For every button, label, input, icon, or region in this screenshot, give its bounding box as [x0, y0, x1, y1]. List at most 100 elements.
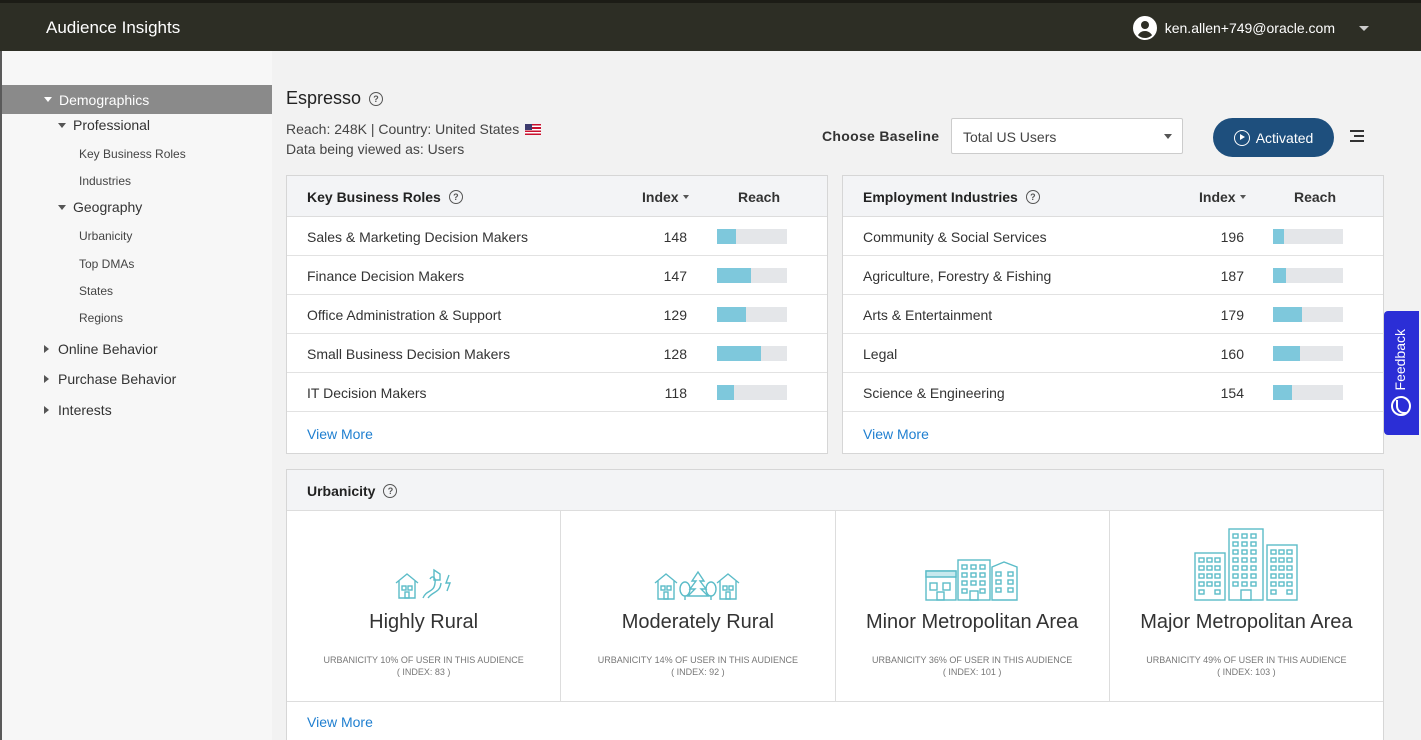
reach-column-header: Reach [1294, 189, 1337, 205]
sidebar-item-purchase-behavior[interactable]: Purchase Behavior [44, 371, 176, 387]
view-more-link[interactable]: View More [307, 426, 373, 442]
urbanicity-desc: URBANICITY 10% OF USER IN THIS AUDIENCE … [287, 654, 560, 678]
reach-bar-fill [717, 385, 734, 400]
row-index: 179 [1220, 307, 1244, 323]
urbanicity-percent: URBANICITY 36% OF USER IN THIS AUDIENCE [872, 655, 1073, 665]
feedback-tab[interactable]: Feedback [1384, 311, 1419, 435]
card-title-text: Key Business Roles [307, 189, 441, 205]
row-index: 160 [1220, 346, 1244, 362]
reach-column-header: Reach [738, 189, 781, 205]
row-index: 154 [1220, 385, 1244, 401]
caret-down-icon [58, 122, 66, 128]
table-row: Community & Social Services 196 [843, 217, 1383, 256]
row-index: 187 [1220, 268, 1244, 284]
village-trees-icon [561, 569, 834, 601]
reach-bar-fill [717, 229, 736, 244]
reach-bar-fill [717, 268, 752, 283]
sidebar-item-demographics[interactable]: Demographics [2, 85, 272, 114]
rural-houses-icon [287, 567, 560, 601]
help-icon[interactable]: ? [1025, 190, 1040, 204]
row-index: 129 [663, 307, 687, 323]
urbanicity-cell: Highly Rural URBANICITY 10% OF USER IN T… [287, 511, 562, 701]
view-more-link[interactable]: View More [863, 426, 929, 442]
row-label: Arts & Entertainment [863, 307, 993, 323]
urbanicity-name: Major Metropolitan Area [1140, 611, 1353, 633]
row-label: Office Administration & Support [307, 307, 502, 323]
audience-name: Espresso [286, 88, 362, 108]
reach-bar [717, 229, 787, 244]
help-icon[interactable]: ? [448, 190, 463, 204]
urbanicity-cells: Highly Rural URBANICITY 10% OF USER IN T… [287, 511, 1383, 702]
card-title: Urbanicity ? [307, 483, 398, 499]
help-icon[interactable]: ? [383, 484, 398, 498]
reach-bar [1273, 229, 1343, 244]
sidebar-item-label: Professional [73, 117, 151, 133]
table-row: Office Administration & Support 129 [287, 295, 827, 334]
sidebar-item-regions[interactable]: Regions [79, 311, 123, 325]
urbanicity-name: Highly Rural [369, 611, 479, 633]
table-row: Finance Decision Makers 147 [287, 256, 827, 295]
urbanicity-index: ( INDEX: 103 ) [1217, 667, 1276, 677]
viewed-as-text: Data being viewed as: Users [286, 141, 465, 157]
list-menu-icon[interactable] [1350, 130, 1364, 144]
reach-bar [1273, 346, 1343, 361]
urbanicity-percent: URBANICITY 49% OF USER IN THIS AUDIENCE [1146, 655, 1347, 665]
sidebar-item-urbanicity[interactable]: Urbanicity [79, 229, 132, 243]
index-column-header[interactable]: Index [1199, 189, 1246, 205]
card-title: Key Business Roles ? [307, 189, 463, 205]
reach-bar [717, 307, 787, 322]
row-index: 147 [663, 268, 687, 284]
row-label: Agriculture, Forestry & Fishing [863, 268, 1052, 284]
reach-bar [717, 346, 787, 361]
urbanicity-index: ( INDEX: 101 ) [942, 667, 1002, 677]
sidebar-item-professional[interactable]: Professional [58, 117, 150, 133]
card-title-text: Employment Industries [863, 189, 1018, 205]
urbanicity-card: Urbanicity ? Highly Rural URBANICITY 10%… [286, 469, 1384, 740]
card-title: Employment Industries ? [863, 189, 1040, 205]
activated-button-label: Activated [1255, 129, 1314, 146]
row-label: Community & Social Services [863, 229, 1047, 245]
sidebar-item-states[interactable]: States [79, 284, 113, 298]
chevron-down-icon[interactable] [1359, 25, 1369, 31]
card-title-text: Urbanicity [307, 483, 376, 499]
user-menu[interactable]: ken.allen+749@oracle.com [1132, 16, 1369, 40]
sidebar-item-label: Demographics [59, 91, 150, 108]
sidebar-item-industries[interactable]: Industries [79, 174, 131, 188]
baseline-select[interactable]: Total US Users [951, 118, 1183, 154]
row-label: Finance Decision Makers [307, 268, 465, 284]
feedback-icon [1391, 396, 1411, 416]
small-city-icon [836, 559, 1109, 601]
user-avatar-icon [1132, 16, 1157, 40]
sidebar-item-interests[interactable]: Interests [44, 402, 112, 418]
row-label: IT Decision Makers [307, 385, 427, 401]
ei-rows: Community & Social Services 196 Agricult… [843, 217, 1383, 412]
caret-down-icon [58, 204, 66, 210]
us-flag-icon [525, 123, 542, 135]
reach-bar-fill [1273, 229, 1285, 244]
help-icon[interactable]: ? [369, 91, 384, 106]
urbanicity-index: ( INDEX: 92 ) [671, 667, 725, 677]
row-label: Science & Engineering [863, 385, 1005, 401]
caret-down-icon [44, 97, 52, 102]
caret-right-icon [44, 345, 49, 353]
index-column-header[interactable]: Index [642, 189, 689, 205]
urbanicity-index: ( INDEX: 83 ) [396, 667, 451, 677]
urbanicity-name: Moderately Rural [621, 611, 775, 633]
sidebar-item-online-behavior[interactable]: Online Behavior [44, 341, 158, 357]
kbr-rows: Sales & Marketing Decision Makers 148 Fi… [287, 217, 827, 412]
sidebar-item-geography[interactable]: Geography [58, 199, 142, 215]
card-header: Employment Industries ? Index Reach [843, 176, 1383, 217]
view-more-link[interactable]: View More [307, 714, 373, 730]
reach-bar [717, 268, 787, 283]
key-business-roles-card: Key Business Roles ? Index Reach Sales &… [286, 175, 828, 454]
row-index: 128 [663, 346, 687, 362]
table-row: Science & Engineering 154 [843, 373, 1383, 412]
play-circle-icon [1233, 129, 1250, 146]
sidebar: Demographics Professional Key Business R… [0, 51, 272, 740]
activated-button[interactable]: Activated [1213, 118, 1334, 157]
table-row: Legal 160 [843, 334, 1383, 373]
sidebar-item-key-business-roles[interactable]: Key Business Roles [79, 147, 186, 161]
app-title: Audience Insights [46, 18, 181, 37]
sidebar-item-top-dmas[interactable]: Top DMAs [79, 257, 134, 271]
sidebar-item-label: Online Behavior [58, 341, 158, 357]
